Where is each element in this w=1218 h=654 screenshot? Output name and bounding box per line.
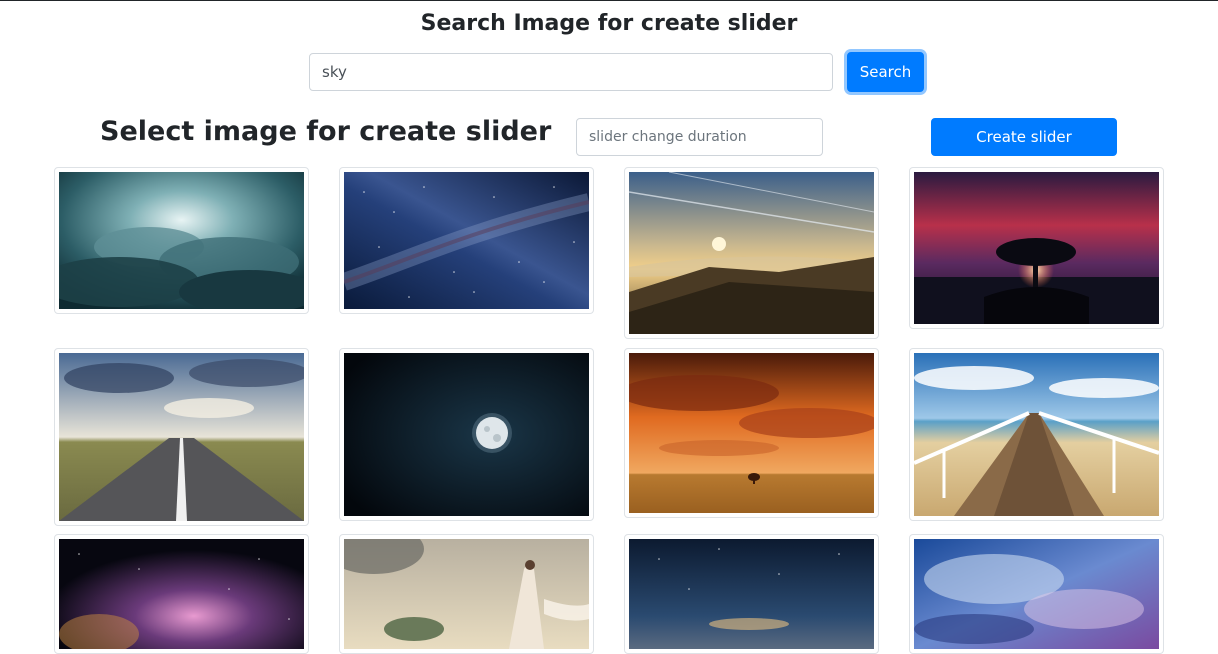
orange-sky-tree-image [629,353,874,513]
image-thumbnail[interactable] [624,167,879,339]
image-thumbnail[interactable] [339,348,594,521]
image-thumbnail[interactable] [909,348,1164,521]
road-horizon-image [59,353,304,521]
top-border [0,0,1218,1]
page-title: Search Image for create slider [420,11,798,36]
milky-way-image [344,172,589,309]
image-thumbnail[interactable] [54,167,309,314]
storm-clouds-image [914,539,1159,649]
night-horizon-image [629,539,874,649]
image-thumbnail[interactable] [54,348,309,526]
galaxy-glow-image [59,539,304,649]
search-input[interactable] [309,53,833,91]
slider-section-title: Select image for create slider [100,116,552,147]
image-thumbnail[interactable] [339,534,594,654]
fantasy-island-image [344,539,589,649]
sunset-mountain-image [629,172,874,334]
image-thumbnail[interactable] [624,534,879,654]
image-thumbnail[interactable] [54,534,309,654]
image-thumbnail[interactable] [624,348,879,518]
create-slider-button[interactable]: Create slider [931,118,1117,156]
tree-red-sky-image [914,172,1159,324]
slider-duration-input[interactable] [576,118,823,156]
image-thumbnail[interactable] [339,167,594,314]
full-moon-image [344,353,589,516]
cloud-burst-image [59,172,304,309]
pier-beach-image [914,353,1159,516]
image-thumbnail[interactable] [909,167,1164,329]
search-button[interactable]: Search [847,52,924,92]
image-thumbnail[interactable] [909,534,1164,654]
